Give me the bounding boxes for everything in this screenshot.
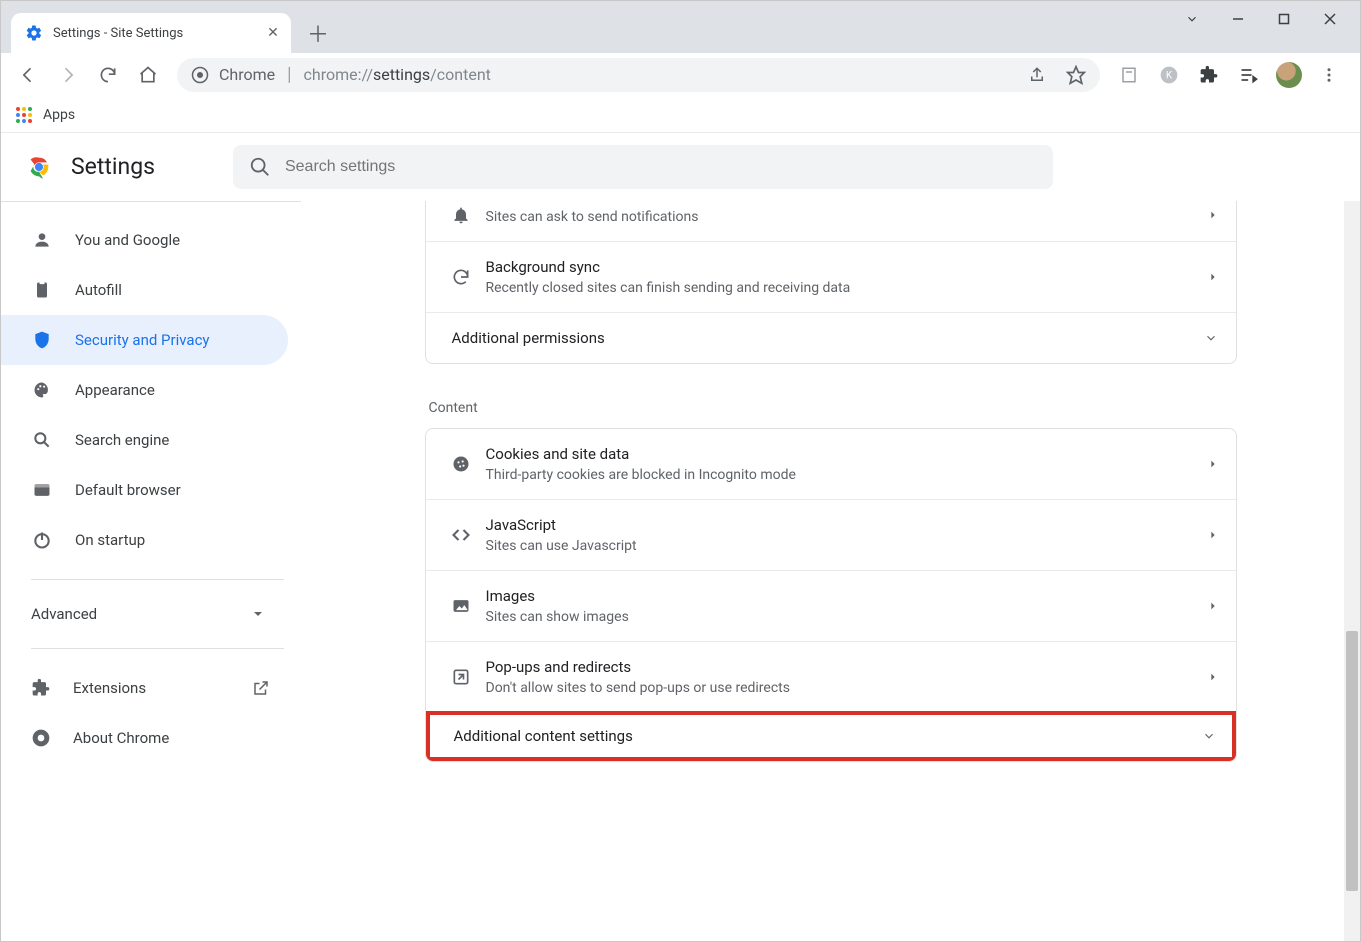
- bookmarks-bar: Apps: [1, 97, 1360, 133]
- external-link-icon: [252, 679, 270, 697]
- chevron-right-icon: [1208, 601, 1218, 611]
- extensions-icon[interactable]: [1192, 58, 1226, 92]
- search-icon: [249, 156, 271, 178]
- site-info-icon[interactable]: [191, 66, 209, 84]
- omnibox-url: chrome://settings/content: [304, 65, 491, 84]
- chrome-logo-icon: [25, 153, 53, 181]
- search-settings[interactable]: [233, 145, 1053, 189]
- settings-body: You and Google Autofill Security and Pri…: [1, 201, 1360, 941]
- svg-text:K: K: [1166, 70, 1173, 81]
- shield-icon: [31, 330, 53, 350]
- browser-tab[interactable]: Settings - Site Settings ✕: [11, 13, 291, 53]
- sidebar-item-on-startup[interactable]: On startup: [1, 515, 288, 565]
- extension-badge-icon[interactable]: K: [1152, 58, 1186, 92]
- person-icon: [31, 230, 53, 250]
- row-images[interactable]: Images Sites can show images: [426, 570, 1236, 641]
- chevron-right-icon: [1208, 530, 1218, 540]
- scrollbar[interactable]: [1344, 201, 1360, 941]
- toolbar: Chrome | chrome://settings/content K: [1, 53, 1360, 97]
- new-tab-button[interactable]: ＋: [303, 18, 333, 48]
- sidebar-item-security-privacy[interactable]: Security and Privacy: [1, 315, 288, 365]
- sidebar-item-label: On startup: [75, 531, 145, 549]
- chrome-icon: [31, 728, 51, 748]
- gear-icon: [25, 24, 43, 42]
- row-background-sync[interactable]: Background sync Recently closed sites ca…: [426, 241, 1236, 312]
- chevron-right-icon: [1208, 210, 1218, 220]
- sidebar-item-appearance[interactable]: Appearance: [1, 365, 288, 415]
- omnibox-separator: |: [287, 64, 291, 85]
- back-button[interactable]: [11, 58, 45, 92]
- power-icon: [31, 530, 53, 550]
- row-additional-permissions[interactable]: Additional permissions: [426, 312, 1236, 363]
- content-pane: Notifications Sites can ask to send noti…: [301, 201, 1360, 941]
- image-icon: [444, 596, 478, 616]
- clipboard-icon: [31, 280, 53, 300]
- share-icon[interactable]: [1028, 66, 1046, 84]
- home-button[interactable]: [131, 58, 165, 92]
- omnibox-scheme: Chrome: [219, 65, 275, 84]
- apps-icon[interactable]: [15, 106, 33, 124]
- palette-icon: [31, 380, 53, 400]
- search-settings-input[interactable]: [285, 158, 1037, 176]
- sidebar-item-label: Security and Privacy: [75, 331, 210, 349]
- menu-icon[interactable]: [1312, 58, 1346, 92]
- popup-icon: [444, 667, 478, 687]
- maximize-button[interactable]: [1262, 5, 1306, 33]
- scrollbar-thumb[interactable]: [1346, 631, 1358, 891]
- tab-title: Settings - Site Settings: [53, 26, 255, 41]
- sidebar-item-you-and-google[interactable]: You and Google: [1, 215, 288, 265]
- row-popups[interactable]: Pop-ups and redirects Don't allow sites …: [426, 641, 1236, 712]
- sidebar-divider: [31, 648, 284, 649]
- close-window-button[interactable]: [1308, 5, 1352, 33]
- settings-header: Settings: [1, 133, 1360, 201]
- chevron-right-icon: [1208, 459, 1218, 469]
- apps-bookmark[interactable]: Apps: [43, 107, 75, 123]
- tab-search-icon[interactable]: [1170, 5, 1214, 33]
- puzzle-icon: [31, 678, 51, 698]
- sidebar-item-label: Search engine: [75, 431, 169, 449]
- sidebar-advanced[interactable]: Advanced: [1, 594, 300, 634]
- tab-strip: Settings - Site Settings ✕ ＋: [1, 1, 1360, 53]
- cookie-icon: [444, 454, 478, 474]
- row-cookies[interactable]: Cookies and site data Third-party cookie…: [426, 429, 1236, 499]
- chevron-right-icon: [1208, 672, 1218, 682]
- address-bar[interactable]: Chrome | chrome://settings/content: [177, 58, 1100, 92]
- sync-icon: [444, 267, 478, 287]
- bell-icon: [444, 205, 478, 225]
- row-additional-content-settings[interactable]: Additional content settings: [426, 711, 1236, 761]
- search-icon: [31, 430, 53, 450]
- bookmark-star-icon[interactable]: [1066, 65, 1086, 85]
- sidebar-item-label: You and Google: [75, 231, 180, 249]
- sidebar-about-chrome[interactable]: About Chrome: [1, 713, 300, 763]
- section-content-label: Content: [425, 380, 1237, 428]
- browser-icon: [31, 480, 53, 500]
- page-title: Settings: [71, 153, 155, 180]
- code-icon: [444, 525, 478, 545]
- reading-list-icon[interactable]: [1112, 58, 1146, 92]
- close-tab-icon[interactable]: ✕: [265, 25, 281, 41]
- minimize-button[interactable]: [1216, 5, 1260, 33]
- window-controls: [1170, 5, 1352, 33]
- row-javascript[interactable]: JavaScript Sites can use Javascript: [426, 499, 1236, 570]
- chevron-down-icon: [1202, 729, 1216, 743]
- sidebar-item-label: Autofill: [75, 281, 122, 299]
- sidebar-divider: [31, 579, 284, 580]
- profile-avatar[interactable]: [1272, 58, 1306, 92]
- sidebar-item-search-engine[interactable]: Search engine: [1, 415, 288, 465]
- row-notifications[interactable]: Notifications Sites can ask to send noti…: [426, 201, 1236, 241]
- forward-button[interactable]: [51, 58, 85, 92]
- sidebar-item-label: Appearance: [75, 381, 155, 399]
- sidebar-item-default-browser[interactable]: Default browser: [1, 465, 288, 515]
- sidebar-extensions[interactable]: Extensions: [1, 663, 300, 713]
- media-control-icon[interactable]: [1232, 58, 1266, 92]
- chevron-down-icon: [1204, 331, 1218, 345]
- chevron-down-icon: [252, 608, 264, 620]
- sidebar: You and Google Autofill Security and Pri…: [1, 201, 301, 941]
- reload-button[interactable]: [91, 58, 125, 92]
- sidebar-item-autofill[interactable]: Autofill: [1, 265, 288, 315]
- chevron-right-icon: [1208, 272, 1218, 282]
- sidebar-item-label: Default browser: [75, 481, 181, 499]
